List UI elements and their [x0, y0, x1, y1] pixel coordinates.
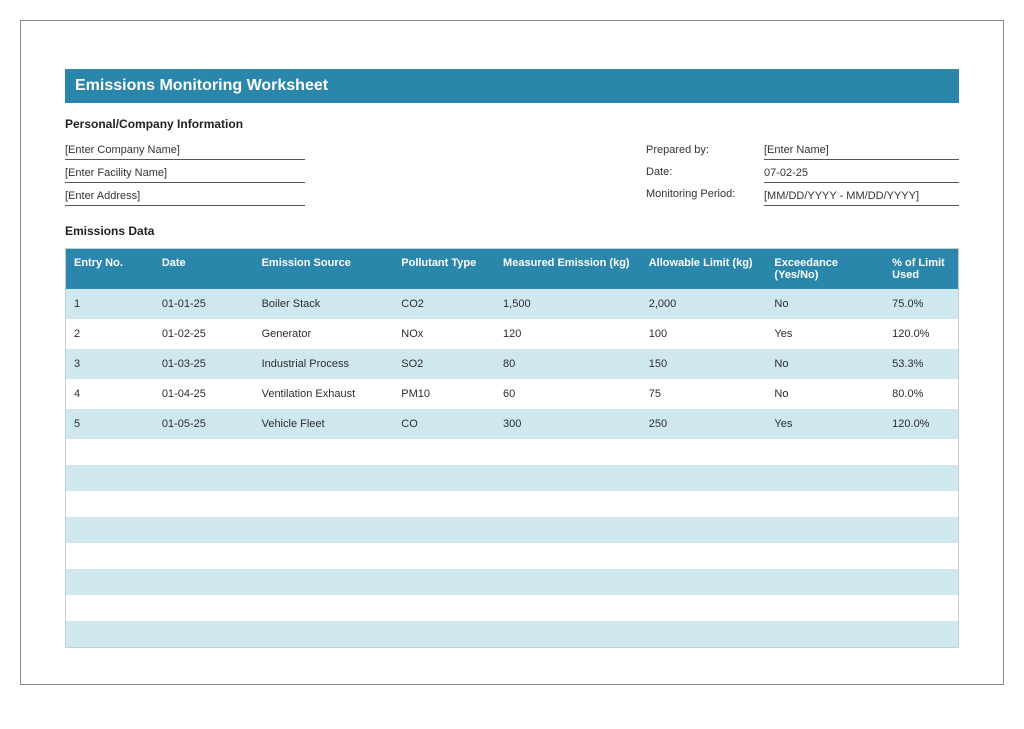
table-row-empty — [66, 491, 958, 517]
th-date: Date — [154, 249, 254, 289]
td-pct: 80.0% — [884, 380, 958, 408]
td-limit: 250 — [641, 410, 767, 438]
th-emission-source: Emission Source — [254, 249, 394, 289]
table-row: 501-05-25Vehicle FleetCO300250Yes120.0% — [66, 409, 958, 439]
th-pollutant-type: Pollutant Type — [393, 249, 495, 289]
table-body: 101-01-25Boiler StackCO21,5002,000No75.0… — [66, 289, 958, 647]
td-limit: 150 — [641, 350, 767, 378]
td-exceedance: Yes — [766, 320, 884, 348]
table-row-empty — [66, 517, 958, 543]
td-source: Vehicle Fleet — [254, 410, 394, 438]
th-measured: Measured Emission (kg) — [495, 249, 641, 289]
td-pollutant: SO2 — [393, 350, 495, 378]
td-entry-no: 4 — [66, 380, 154, 408]
meta-values: [Enter Name] 07-02-25 [MM/DD/YYYY - MM/D… — [764, 141, 959, 210]
td-pct: 75.0% — [884, 290, 958, 318]
td-source: Industrial Process — [254, 350, 394, 378]
table-row: 301-03-25Industrial ProcessSO280150No53.… — [66, 349, 958, 379]
worksheet-page: Emissions Monitoring Worksheet Personal/… — [20, 20, 1004, 685]
td-pct: 120.0% — [884, 320, 958, 348]
td-pollutant: CO — [393, 410, 495, 438]
td-exceedance: No — [766, 380, 884, 408]
table-row-empty — [66, 465, 958, 491]
td-measured: 1,500 — [495, 290, 641, 318]
meta-info-block: Prepared by: Date: Monitoring Period: [E… — [646, 141, 959, 210]
td-exceedance: No — [766, 350, 884, 378]
table-row-empty — [66, 439, 958, 465]
company-info-block: [Enter Company Name] [Enter Facility Nam… — [65, 141, 305, 210]
td-exceedance: No — [766, 290, 884, 318]
td-pollutant: PM10 — [393, 380, 495, 408]
td-date: 01-03-25 — [154, 350, 254, 378]
td-entry-no: 2 — [66, 320, 154, 348]
th-entry-no: Entry No. — [66, 249, 154, 289]
td-date: 01-04-25 — [154, 380, 254, 408]
td-limit: 2,000 — [641, 290, 767, 318]
th-allowable-limit: Allowable Limit (kg) — [641, 249, 767, 289]
td-limit: 75 — [641, 380, 767, 408]
monitoring-period-field[interactable]: [MM/DD/YYYY - MM/DD/YYYY] — [764, 187, 959, 206]
td-limit: 100 — [641, 320, 767, 348]
table-row-empty — [66, 543, 958, 569]
th-exceedance: Exceedance (Yes/No) — [766, 249, 884, 289]
table-row: 401-04-25Ventilation ExhaustPM106075No80… — [66, 379, 958, 409]
section-heading-emissions: Emissions Data — [65, 224, 959, 238]
meta-labels: Prepared by: Date: Monitoring Period: — [646, 141, 754, 210]
td-entry-no: 3 — [66, 350, 154, 378]
monitoring-period-label: Monitoring Period: — [646, 185, 754, 203]
th-pct-limit: % of Limit Used — [884, 249, 958, 289]
facility-name-field[interactable]: [Enter Facility Name] — [65, 164, 305, 183]
td-entry-no: 5 — [66, 410, 154, 438]
td-exceedance: Yes — [766, 410, 884, 438]
page-title: Emissions Monitoring Worksheet — [65, 69, 959, 103]
table-row-empty — [66, 569, 958, 595]
td-measured: 80 — [495, 350, 641, 378]
td-measured: 120 — [495, 320, 641, 348]
prepared-by-field[interactable]: [Enter Name] — [764, 141, 959, 160]
td-pct: 120.0% — [884, 410, 958, 438]
prepared-by-label: Prepared by: — [646, 141, 754, 159]
section-heading-personal: Personal/Company Information — [65, 117, 959, 131]
table-row-empty — [66, 621, 958, 647]
td-entry-no: 1 — [66, 290, 154, 318]
address-field[interactable]: [Enter Address] — [65, 187, 305, 206]
td-source: Boiler Stack — [254, 290, 394, 318]
table-row: 101-01-25Boiler StackCO21,5002,000No75.0… — [66, 289, 958, 319]
date-field[interactable]: 07-02-25 — [764, 164, 959, 183]
date-label: Date: — [646, 163, 754, 181]
td-measured: 300 — [495, 410, 641, 438]
td-measured: 60 — [495, 380, 641, 408]
td-source: Ventilation Exhaust — [254, 380, 394, 408]
td-pollutant: CO2 — [393, 290, 495, 318]
company-name-field[interactable]: [Enter Company Name] — [65, 141, 305, 160]
emissions-table: Entry No. Date Emission Source Pollutant… — [65, 248, 959, 648]
info-row: [Enter Company Name] [Enter Facility Nam… — [65, 141, 959, 210]
td-date: 01-02-25 — [154, 320, 254, 348]
td-pollutant: NOx — [393, 320, 495, 348]
td-date: 01-01-25 — [154, 290, 254, 318]
td-pct: 53.3% — [884, 350, 958, 378]
td-date: 01-05-25 — [154, 410, 254, 438]
table-row-empty — [66, 595, 958, 621]
table-row: 201-02-25GeneratorNOx120100Yes120.0% — [66, 319, 958, 349]
table-header-row: Entry No. Date Emission Source Pollutant… — [66, 249, 958, 289]
td-source: Generator — [254, 320, 394, 348]
